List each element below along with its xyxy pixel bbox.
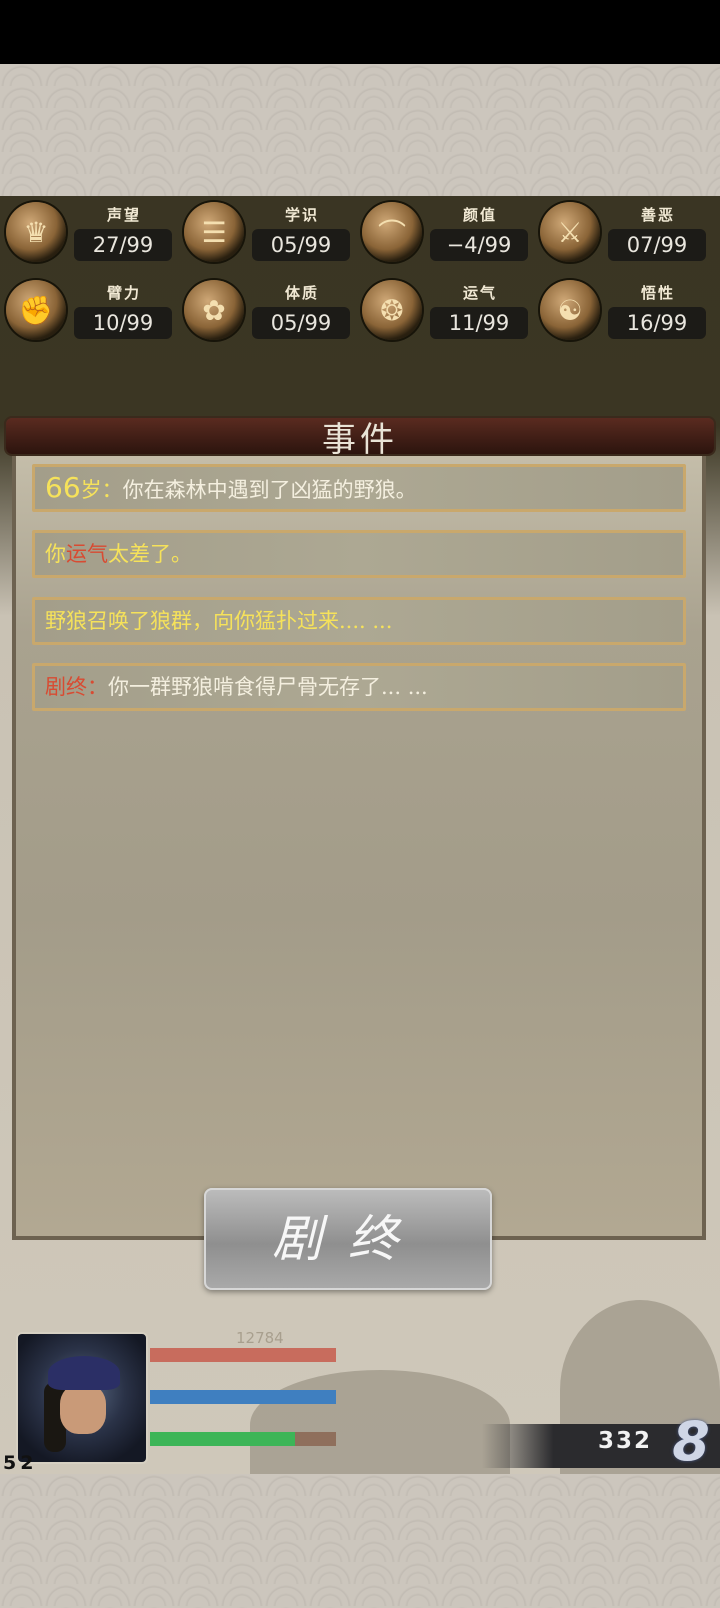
- stat-label: 声望: [106, 206, 141, 224]
- player-avatar[interactable]: [16, 1332, 148, 1464]
- hp-bar: [150, 1348, 336, 1362]
- stat-value: 27/99: [74, 229, 172, 261]
- stat-looks[interactable]: ⌒ 颜值 −4/99: [356, 198, 531, 264]
- wave-pattern-top: [0, 64, 720, 196]
- event-age: 66: [45, 471, 81, 504]
- insight-icon: ☯: [540, 280, 600, 340]
- crossed-blades-icon: ⚔: [540, 202, 600, 262]
- status-bar-area: [0, 0, 720, 64]
- event-suffix: 太差了。: [108, 542, 192, 566]
- stat-insight[interactable]: ☯ 悟性 16/99: [534, 276, 709, 342]
- stat-label: 体质: [284, 284, 319, 302]
- event-age-suffix: 岁：: [80, 478, 123, 502]
- currency-icon[interactable]: 8: [668, 1414, 714, 1470]
- stat-knowledge[interactable]: ☰ 学识 05/99: [178, 198, 353, 264]
- stat-label: 学识: [284, 206, 319, 224]
- event-text: 你一群野狼啃食得尸骨无存了... ...: [108, 675, 428, 699]
- player-level: 52: [3, 1452, 38, 1474]
- stat-value: 10/99: [74, 307, 172, 339]
- mountain-decoration: [250, 1370, 510, 1480]
- hat-icon: ⌒: [362, 202, 422, 262]
- stat-morality[interactable]: ⚔ 善恶 07/99: [534, 198, 709, 264]
- prestige-icon: ♛: [6, 202, 66, 262]
- wave-pattern-bottom: [0, 1474, 720, 1608]
- strength-icon: ✊: [6, 280, 66, 340]
- scroll-icon: ☰: [184, 202, 244, 262]
- event-row: 66岁：你在森林中遇到了凶猛的野狼。: [32, 464, 686, 512]
- constitution-icon: ✿: [184, 280, 244, 340]
- stat-constitution[interactable]: ✿ 体质 05/99: [178, 276, 353, 342]
- event-prefix: 你: [45, 542, 66, 566]
- stat-value: 16/99: [608, 307, 706, 339]
- hp-value: 12784: [236, 1329, 284, 1347]
- event-highlight: 运气: [66, 542, 108, 566]
- event-prefix: 剧终：: [45, 675, 108, 699]
- event-row: 野狼召唤了狼群，向你猛扑过来.... ...: [32, 597, 686, 645]
- currency-amount: 332: [598, 1428, 653, 1454]
- hp-bar-fill: [150, 1348, 336, 1362]
- avatar-headband: [48, 1356, 120, 1390]
- end-button[interactable]: 剧终: [204, 1188, 492, 1290]
- stat-value: 11/99: [430, 307, 528, 339]
- event-row: 你运气太差了。: [32, 530, 686, 578]
- event-row: 剧终：你一群野狼啃食得尸骨无存了... ...: [32, 663, 686, 711]
- panel-title: 事件: [322, 420, 398, 460]
- stat-label: 颜值: [462, 206, 497, 224]
- stat-luck[interactable]: ❂ 运气 11/99: [356, 276, 531, 342]
- stat-label: 臂力: [106, 284, 141, 302]
- stat-label: 善恶: [640, 206, 675, 224]
- avatar-face: [60, 1384, 106, 1434]
- mp-bar: [150, 1390, 336, 1404]
- stat-strength[interactable]: ✊ 臂力 10/99: [0, 276, 175, 342]
- stat-value: 05/99: [252, 307, 350, 339]
- stat-prestige[interactable]: ♛ 声望 27/99: [0, 198, 175, 264]
- event-text: 野狼召唤了狼群，向你猛扑过来.... ...: [45, 609, 393, 633]
- exp-bar: [150, 1432, 336, 1446]
- luck-icon: ❂: [362, 280, 422, 340]
- stat-value: −4/99: [430, 229, 528, 261]
- exp-bar-fill: [150, 1432, 296, 1446]
- stat-value: 07/99: [608, 229, 706, 261]
- mp-bar-fill: [150, 1390, 336, 1404]
- event-text: 你在森林中遇到了凶猛的野狼。: [122, 478, 417, 502]
- stat-label: 运气: [462, 284, 497, 302]
- stat-value: 05/99: [252, 229, 350, 261]
- stat-label: 悟性: [640, 284, 675, 302]
